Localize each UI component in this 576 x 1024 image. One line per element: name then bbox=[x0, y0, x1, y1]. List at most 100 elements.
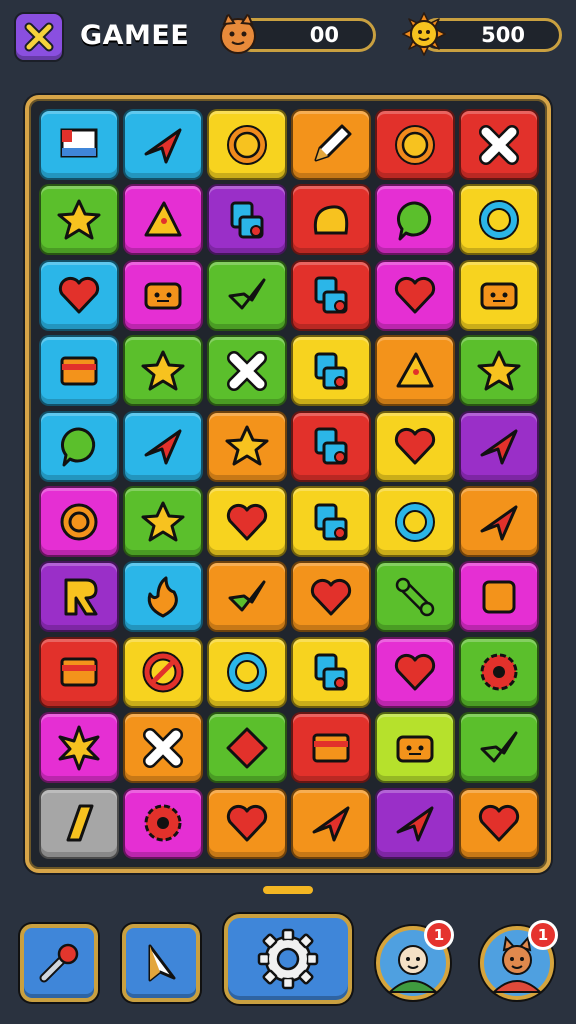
letter-r-icon bbox=[64, 578, 98, 616]
check-arrow-icon bbox=[228, 580, 266, 612]
tile-check-arrow[interactable] bbox=[459, 712, 539, 784]
tile-bubble[interactable] bbox=[39, 410, 119, 482]
tile-sun[interactable] bbox=[375, 109, 455, 180]
cross-icon bbox=[143, 727, 183, 768]
tile-arrow[interactable] bbox=[459, 410, 539, 482]
tile-gear[interactable] bbox=[459, 636, 539, 708]
tile-ring[interactable] bbox=[459, 184, 539, 256]
tile-pizza[interactable] bbox=[375, 335, 455, 407]
tile-arrow[interactable] bbox=[459, 486, 539, 557]
flame-icon bbox=[147, 576, 178, 618]
close-button[interactable] bbox=[14, 12, 64, 62]
tile-slash[interactable] bbox=[39, 787, 119, 859]
tile-star[interactable] bbox=[123, 486, 203, 557]
tile-cross[interactable] bbox=[123, 712, 203, 784]
tile-flame[interactable] bbox=[123, 561, 203, 633]
tile-square[interactable] bbox=[459, 561, 539, 633]
check-arrow-icon bbox=[480, 731, 518, 763]
heart-icon bbox=[58, 277, 100, 314]
tile-card[interactable] bbox=[291, 712, 371, 784]
arrow-icon bbox=[144, 429, 182, 465]
friend-avatar-1[interactable]: 1 bbox=[376, 920, 454, 1000]
tile-heart[interactable] bbox=[375, 636, 455, 708]
tile-heart[interactable] bbox=[291, 561, 371, 633]
cross-icon bbox=[479, 124, 519, 165]
tile-star[interactable] bbox=[459, 335, 539, 407]
burst-icon bbox=[58, 725, 100, 771]
tile-bone[interactable] bbox=[375, 561, 455, 633]
tile-robot[interactable] bbox=[123, 259, 203, 331]
tile-arrow[interactable] bbox=[123, 410, 203, 482]
robot-icon bbox=[396, 735, 434, 763]
tile-blob[interactable] bbox=[291, 184, 371, 256]
tile-gear[interactable] bbox=[123, 787, 203, 859]
flag-icon bbox=[60, 128, 98, 157]
tile-blocks[interactable] bbox=[291, 486, 371, 557]
friend-avatar-2[interactable]: 1 bbox=[480, 920, 558, 1000]
tile-blocks[interactable] bbox=[291, 335, 371, 407]
robot-icon bbox=[480, 282, 518, 310]
tile-heart[interactable] bbox=[207, 787, 287, 859]
tile-ring[interactable] bbox=[207, 636, 287, 708]
tile-heart[interactable] bbox=[375, 410, 455, 482]
tile-star[interactable] bbox=[207, 410, 287, 482]
no-sign-icon bbox=[142, 651, 184, 693]
blocks-icon bbox=[230, 201, 264, 239]
target-icon bbox=[60, 503, 98, 540]
card-icon bbox=[60, 657, 98, 687]
gear-icon bbox=[144, 804, 182, 842]
ring-icon bbox=[395, 501, 435, 542]
tile-blocks[interactable] bbox=[291, 259, 371, 331]
tile-arrow[interactable] bbox=[375, 787, 455, 859]
fox-face-icon bbox=[220, 12, 256, 54]
tile-star[interactable] bbox=[123, 335, 203, 407]
tile-no-sign[interactable] bbox=[123, 636, 203, 708]
tile-target[interactable] bbox=[39, 486, 119, 557]
arrow-icon bbox=[144, 128, 182, 163]
shuffle-tool-button[interactable] bbox=[122, 924, 200, 1002]
tile-check-arrow[interactable] bbox=[207, 259, 287, 331]
diamond-icon bbox=[226, 727, 268, 769]
tile-sun[interactable] bbox=[207, 109, 287, 180]
tile-flag[interactable] bbox=[39, 109, 119, 180]
tile-arrow[interactable] bbox=[291, 787, 371, 859]
tile-robot[interactable] bbox=[459, 259, 539, 331]
tile-letter-r[interactable] bbox=[39, 561, 119, 633]
tile-cross[interactable] bbox=[207, 335, 287, 407]
tile-cross[interactable] bbox=[459, 109, 539, 180]
tile-arrow[interactable] bbox=[123, 109, 203, 180]
arrow-icon bbox=[312, 806, 350, 842]
tile-burst[interactable] bbox=[39, 712, 119, 784]
tile-heart[interactable] bbox=[39, 259, 119, 331]
ring-icon bbox=[479, 199, 519, 240]
tile-card[interactable] bbox=[39, 636, 119, 708]
tile-heart[interactable] bbox=[459, 787, 539, 859]
tile-blocks[interactable] bbox=[207, 184, 287, 256]
tile-ring[interactable] bbox=[375, 486, 455, 557]
notification-badge: 1 bbox=[424, 920, 454, 950]
tile-card[interactable] bbox=[39, 335, 119, 407]
tile-blocks[interactable] bbox=[291, 410, 371, 482]
heart-icon bbox=[226, 804, 268, 842]
tile-star[interactable] bbox=[39, 184, 119, 256]
hammer-tool-button[interactable] bbox=[20, 924, 98, 1002]
heart-icon bbox=[310, 578, 352, 616]
settings-button[interactable] bbox=[224, 914, 352, 1004]
arrow-icon bbox=[480, 429, 518, 465]
tile-robot[interactable] bbox=[375, 712, 455, 784]
pizza-icon bbox=[396, 352, 434, 388]
tile-blocks[interactable] bbox=[291, 636, 371, 708]
tile-heart[interactable] bbox=[375, 259, 455, 331]
tile-heart[interactable] bbox=[207, 486, 287, 557]
heart-icon bbox=[394, 277, 436, 314]
tile-check-arrow[interactable] bbox=[207, 561, 287, 633]
tile-diamond[interactable] bbox=[207, 712, 287, 784]
hammer-icon bbox=[39, 943, 79, 983]
square-icon bbox=[482, 580, 516, 614]
heart-icon bbox=[226, 503, 268, 540]
tile-bubble[interactable] bbox=[375, 184, 455, 256]
tile-pencil[interactable] bbox=[291, 109, 371, 180]
check-arrow-icon bbox=[228, 278, 266, 310]
tile-pizza[interactable] bbox=[123, 184, 203, 256]
blocks-icon bbox=[314, 653, 348, 691]
